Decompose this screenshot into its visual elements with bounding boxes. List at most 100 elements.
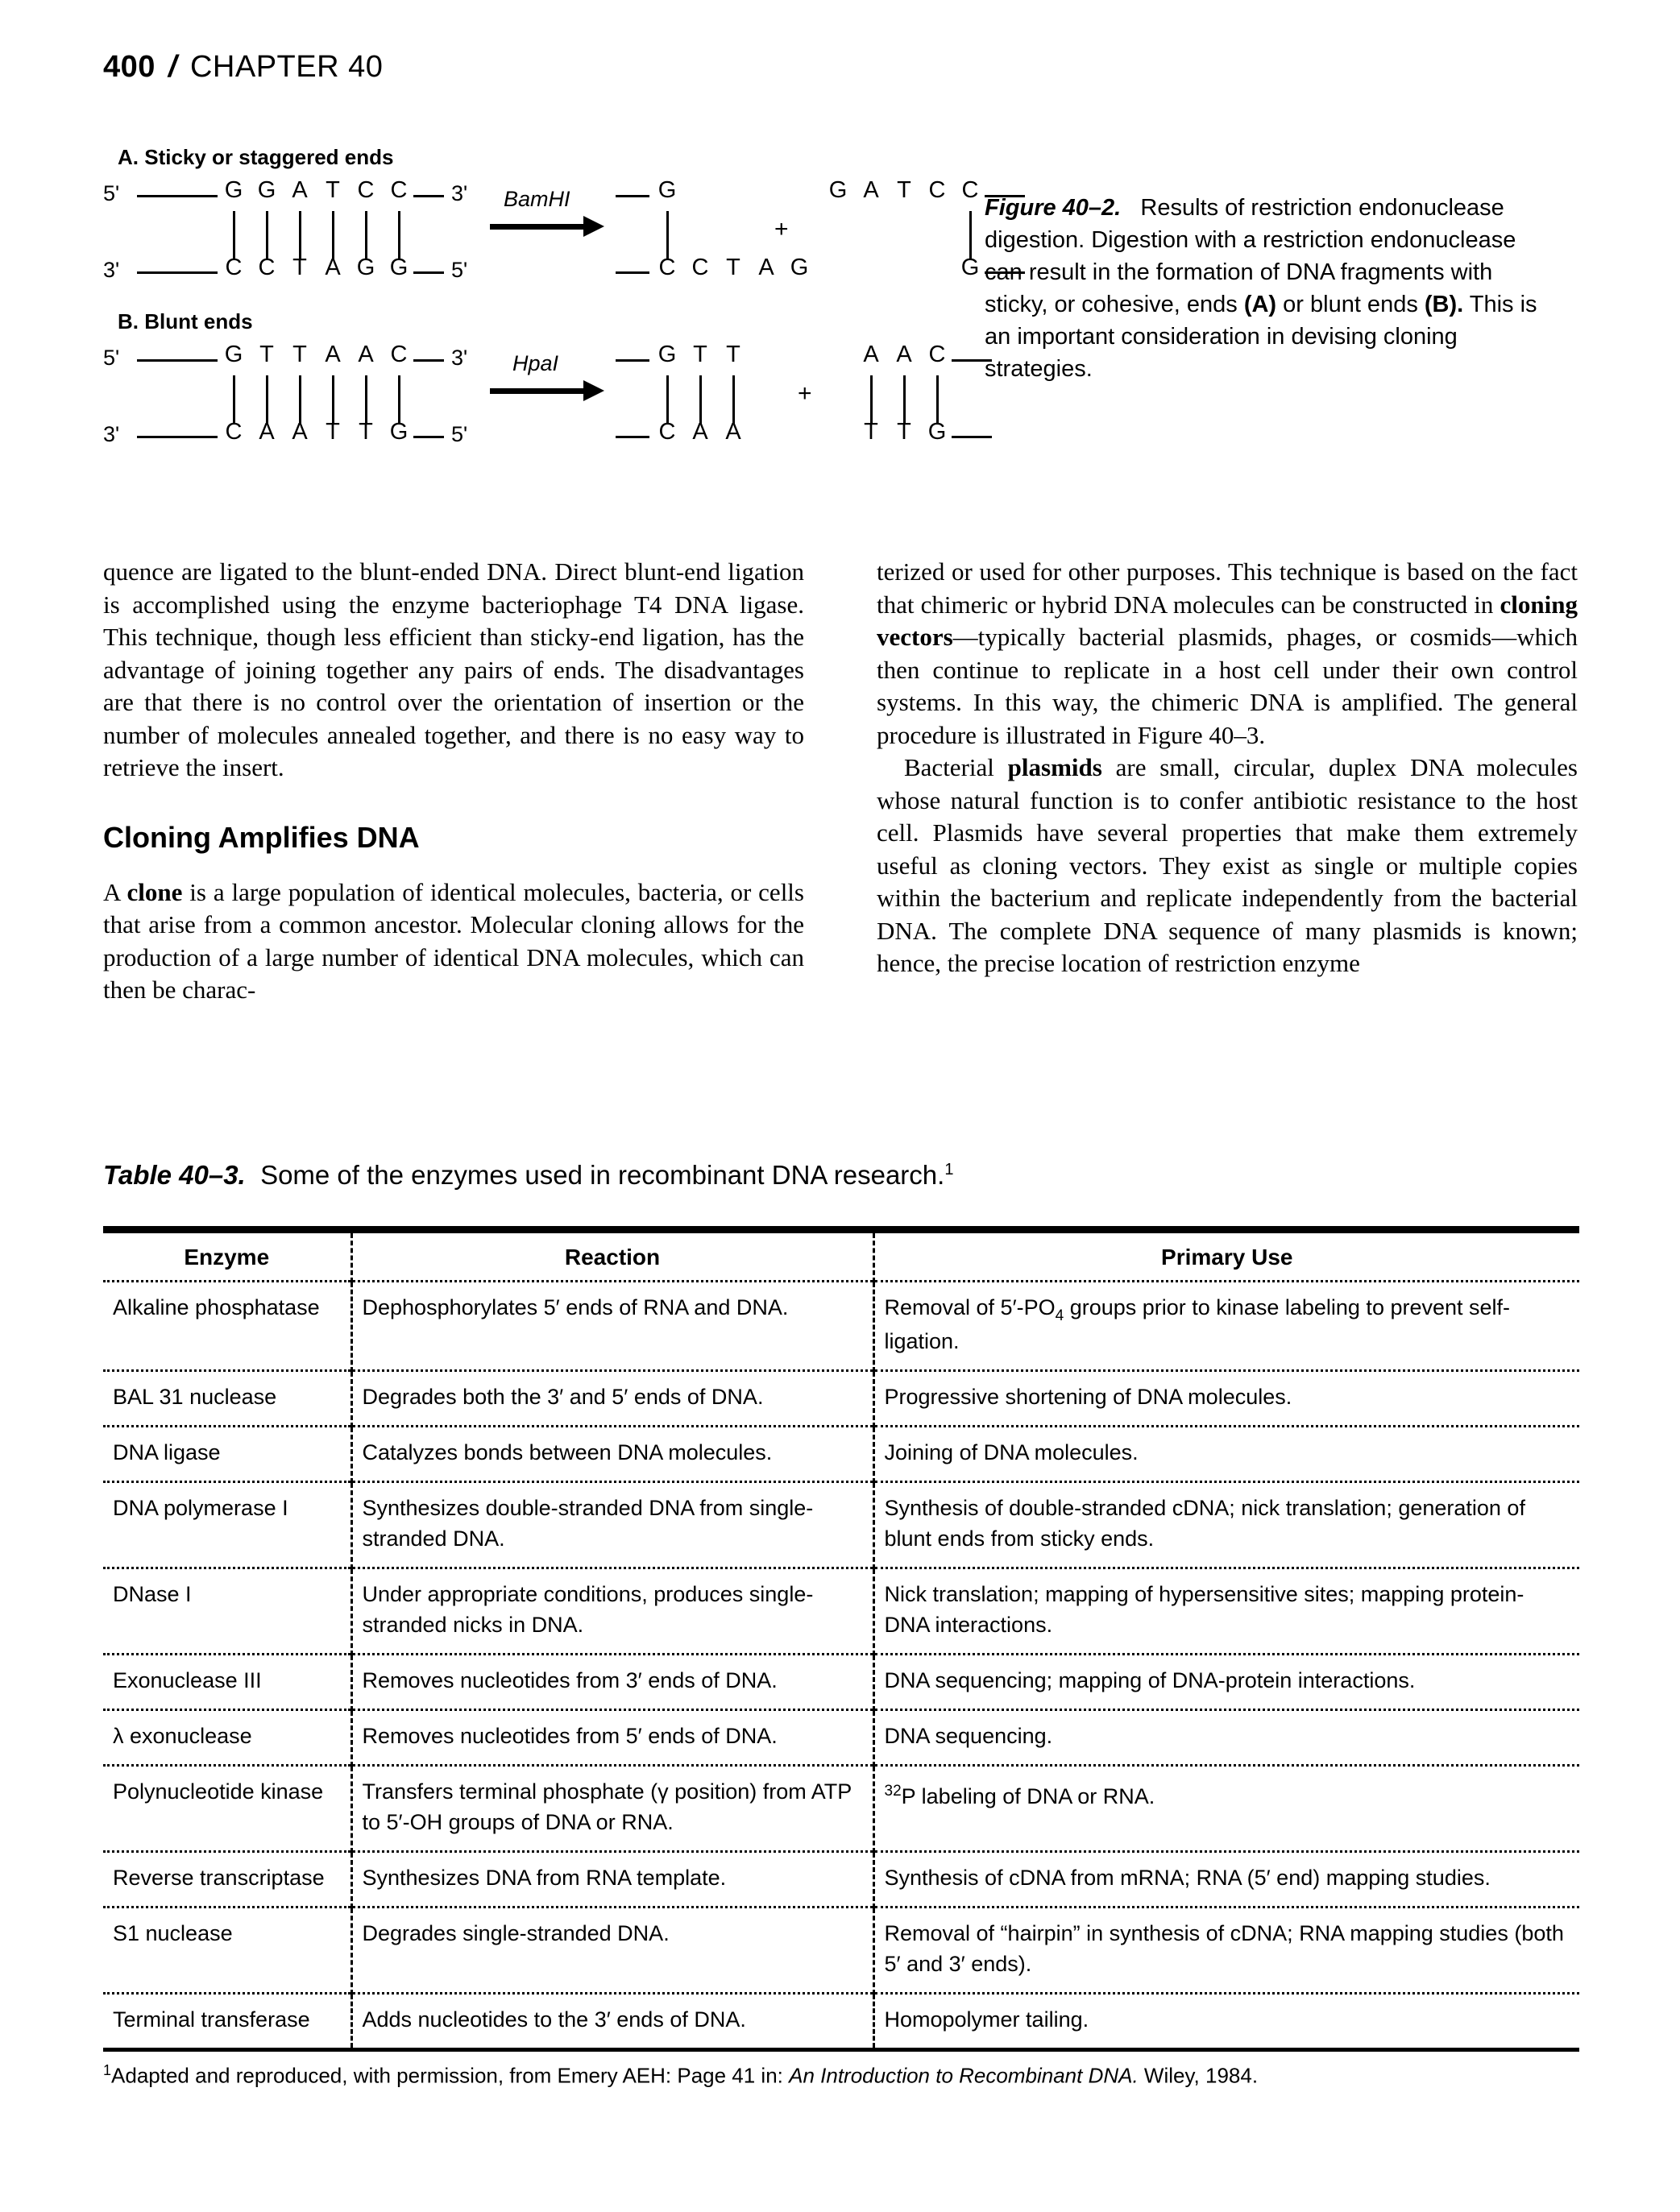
cell-reaction: Adds nucleotides to the 3′ ends of DNA. xyxy=(350,1992,873,2052)
strand-line xyxy=(137,271,218,274)
table-row: Polynucleotide kinase Transfers terminal… xyxy=(103,1764,1579,1852)
table-row: S1 nuclease Degrades single-stranded DNA… xyxy=(103,1906,1579,1994)
hydrogen-bond xyxy=(969,211,972,259)
hydrogen-bond xyxy=(870,375,873,424)
panel-a-right-bottom-prime: 5' xyxy=(451,258,468,282)
cell-enzyme: Terminal transferase xyxy=(103,1992,351,2052)
hydrogen-bond xyxy=(365,375,367,424)
cell-primary-use: DNA sequencing. xyxy=(872,1709,1579,1766)
cell-reaction: Transfers terminal phosphate (γ position… xyxy=(350,1764,873,1852)
hydrogen-bond xyxy=(332,211,334,259)
cell-enzyme: BAL 31 nuclease xyxy=(103,1369,351,1427)
cell-reaction: Synthesizes double-stranded DNA from sin… xyxy=(350,1481,873,1568)
right-paragraph-2: Bacterial plasmids are small, circular, … xyxy=(877,752,1578,980)
base-b-bottom-4: T xyxy=(326,419,340,445)
cell-reaction: Degrades single-stranded DNA. xyxy=(350,1906,873,1994)
strand-line xyxy=(616,195,649,197)
hydrogen-bond xyxy=(299,375,301,424)
base-a-bottom-2: C xyxy=(258,255,276,280)
base-b-top-4: A xyxy=(325,342,341,367)
body-column-right: terized or used for other purposes. This… xyxy=(877,556,1578,980)
cell-reaction: Catalyzes bonds between DNA molecules. xyxy=(350,1425,873,1482)
base-b-top-6: C xyxy=(390,342,408,367)
table-row: λ exonuclease Removes nucleotides from 5… xyxy=(103,1709,1579,1766)
hydrogen-bond xyxy=(266,375,268,424)
cell-primary-use: Removal of “hairpin” in synthesis of cDN… xyxy=(872,1906,1579,1994)
cell-reaction: Synthesizes DNA from RNA template. xyxy=(350,1850,873,1908)
strand-line xyxy=(616,271,649,274)
panel-a-left-bottom-prime: 3' xyxy=(103,258,120,282)
panel-a-label: A. Sticky or staggered ends xyxy=(118,145,394,169)
cell-primary-use: Removal of 5′-PO4 groups prior to kinase… xyxy=(872,1280,1579,1371)
right-para-2-pre: Bacterial xyxy=(904,753,1008,781)
footnote-text-pre: Adapted and reproduced, with permission,… xyxy=(111,2063,790,2088)
cell-enzyme: DNA ligase xyxy=(103,1425,351,1482)
cell-enzyme: S1 nuclease xyxy=(103,1906,351,1994)
product-a2-top-2: A xyxy=(863,177,879,203)
base-a-top-6: C xyxy=(390,177,408,203)
product-b1-top-1: G xyxy=(657,342,677,367)
product-b1-top-3: T xyxy=(726,342,740,367)
panel-b-right-bottom-prime: 5' xyxy=(451,422,468,446)
panel-b-left-bottom-prime: 3' xyxy=(103,422,120,446)
enzyme-table: Enzyme Reaction Primary Use Alkaline pho… xyxy=(103,1226,1579,2052)
footnote-book-title: An Introduction to Recombinant DNA. xyxy=(789,2063,1139,2088)
strand-line xyxy=(413,359,444,362)
enzyme-label-bamhi: BamHI xyxy=(504,187,570,211)
right-para-1-post: —typically bacterial plasmids, phages, o… xyxy=(877,623,1578,749)
base-b-top-5: A xyxy=(358,342,374,367)
cell-primary-use: DNA sequencing; mapping of DNA-protein i… xyxy=(872,1653,1579,1710)
product-a2-top-5: C xyxy=(961,177,979,203)
reaction-arrow-shaft xyxy=(490,224,585,230)
cell-enzyme: DNA polymerase I xyxy=(103,1481,351,1568)
table-title: Table 40–3. Some of the enzymes used in … xyxy=(103,1160,953,1191)
cell-enzyme: Exonuclease III xyxy=(103,1653,351,1710)
cell-primary-use: Homopolymer tailing. xyxy=(872,1992,1579,2052)
table-row: DNA polymerase I Synthesizes double-stra… xyxy=(103,1481,1579,1568)
hydrogen-bond xyxy=(266,211,268,259)
textbook-page: 400 / CHAPTER 40 A. Sticky or staggered en… xyxy=(0,0,1680,2212)
table-footnote: 1Adapted and reproduced, with permission… xyxy=(103,2056,1579,2090)
base-a-top-1: G xyxy=(224,177,243,203)
strand-line xyxy=(413,271,444,274)
cell-reaction: Dephosphorylates 5′ ends of RNA and DNA. xyxy=(350,1280,873,1371)
cell-reaction: Degrades both the 3′ and 5′ ends of DNA. xyxy=(350,1369,873,1427)
product-b1-bottom-3: A xyxy=(725,419,741,445)
strand-line xyxy=(137,436,218,438)
hydrogen-bond xyxy=(699,375,702,424)
table-row: DNase I Under appropriate conditions, pr… xyxy=(103,1567,1579,1655)
right-paragraph-1: terized or used for other purposes. This… xyxy=(877,556,1578,752)
figure-caption-label: Figure 40–2. xyxy=(985,195,1122,221)
table-label: Table 40–3. xyxy=(103,1160,246,1190)
base-b-bottom-6: G xyxy=(389,419,409,445)
hydrogen-bond xyxy=(233,211,235,259)
base-a-top-4: T xyxy=(326,177,340,203)
base-a-top-5: C xyxy=(357,177,375,203)
right-para-2-post: are small, circular, duplex DNA molecule… xyxy=(877,753,1578,977)
hydrogen-bond xyxy=(398,375,400,424)
table-caption: Some of the enzymes used in recombinant … xyxy=(260,1160,945,1190)
left-para-2-post: is a large population of identical molec… xyxy=(103,877,804,1005)
cell-primary-use: Progressive shortening of DNA molecules. xyxy=(872,1369,1579,1427)
hydrogen-bond xyxy=(332,375,334,424)
base-a-top-2: G xyxy=(257,177,276,203)
hydrogen-bond xyxy=(233,375,235,424)
product-b2-bottom-1: T xyxy=(864,419,878,445)
figure-caption-bold-b: (B). xyxy=(1424,292,1464,317)
panel-b-right-top-prime: 3' xyxy=(451,346,468,370)
hydrogen-bond xyxy=(365,211,367,259)
cell-reaction: Under appropriate conditions, produces s… xyxy=(350,1567,873,1655)
product-b2-top-1: A xyxy=(863,342,879,367)
panel-b-label: B. Blunt ends xyxy=(118,309,253,333)
plus-sign-b: + xyxy=(798,380,812,407)
chapter-label: CHAPTER 40 xyxy=(189,50,384,84)
left-paragraph-2: A clone is a large population of identic… xyxy=(103,876,804,1007)
cell-enzyme: Reverse transcriptase xyxy=(103,1850,351,1908)
figure-caption: Figure 40–2. Results of restriction endo… xyxy=(985,192,1549,385)
reaction-arrow-shaft xyxy=(490,388,585,394)
table-row: BAL 31 nuclease Degrades both the 3′ and… xyxy=(103,1369,1579,1427)
hydrogen-bond xyxy=(903,375,906,424)
product-b1-bottom-1: C xyxy=(658,419,676,445)
panel-b-left-top-prime: 5' xyxy=(103,346,120,370)
table-row: Alkaline phosphatase Dephosphorylates 5′… xyxy=(103,1280,1579,1371)
